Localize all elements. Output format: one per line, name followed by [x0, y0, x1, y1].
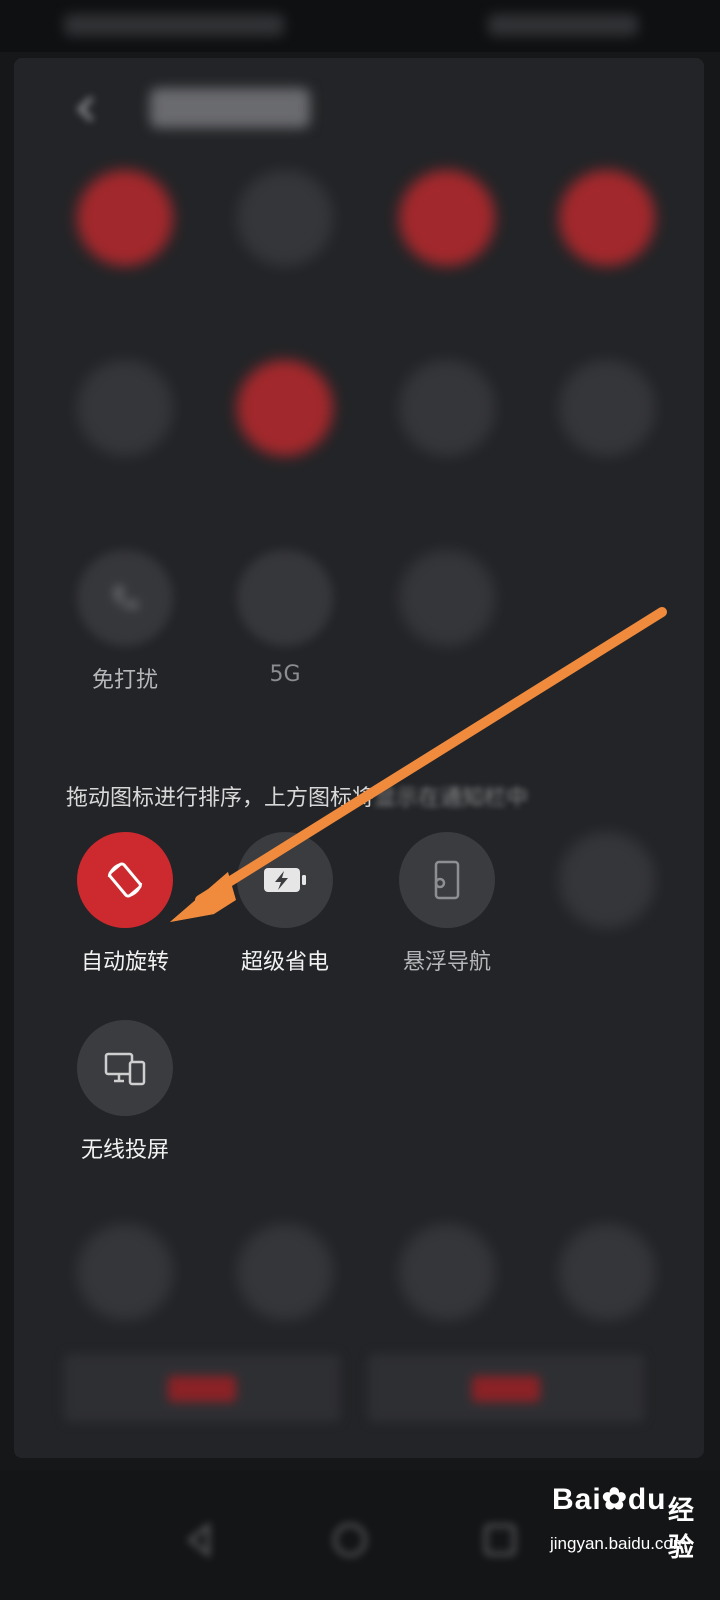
tile-do-not-disturb[interactable]: 免打扰: [44, 550, 204, 700]
tile-icon-blurred: [399, 170, 495, 266]
tile-label-blurred: [44, 282, 206, 307]
watermark-url: jingyan.baidu.com: [550, 1534, 688, 1553]
tile-wireless-projection[interactable]: 无线投屏: [44, 1020, 204, 1170]
reset-button-blurred[interactable]: [64, 1354, 340, 1422]
tile-blurred-13[interactable]: [366, 1224, 526, 1374]
back-arrow-icon[interactable]: [70, 92, 104, 126]
tile-icon-blurred: [237, 1224, 333, 1320]
baidu-logo: Bai✿du: [552, 1483, 667, 1516]
tile-icon-blurred: [77, 360, 173, 456]
tile-icon-blurred: [559, 360, 655, 456]
baidu-jingyan-watermark: Bai✿du 经验 jingyan.baidu.com: [550, 1482, 710, 1592]
tile-label: 无线投屏: [80, 1138, 169, 1163]
tile-icon-blurred: [237, 170, 333, 266]
tile-icon-blurred: [399, 550, 495, 646]
signal-icon: [237, 550, 333, 646]
tile-label: 5G: [269, 662, 301, 687]
tile-icon-blurred: [399, 360, 495, 456]
tile-icon-blurred: [559, 832, 655, 928]
tile-label: 免打扰: [91, 668, 158, 693]
tile-floating-nav[interactable]: 悬浮导航: [366, 832, 526, 982]
tile-blurred-6[interactable]: [204, 360, 364, 510]
nav-recents-icon[interactable]: [480, 1520, 520, 1560]
tile-blurred-1[interactable]: [44, 170, 204, 320]
tile-super-power-saving[interactable]: 超级省电: [204, 832, 364, 982]
header: [14, 58, 704, 168]
status-bar: [0, 0, 720, 52]
nav-home-icon[interactable]: [330, 1520, 370, 1560]
tile-blurred-5[interactable]: [44, 360, 204, 510]
done-button-blurred[interactable]: [368, 1354, 644, 1422]
tile-icon-blurred: [399, 1224, 495, 1320]
floating-nav-icon: [399, 832, 495, 928]
tile-blurred-4[interactable]: [526, 170, 686, 320]
phone-icon: [77, 550, 173, 646]
tile-label: 超级省电: [240, 950, 329, 975]
status-bar-right-blurred: [488, 14, 638, 36]
paw-icon: ✿: [601, 1483, 628, 1516]
sort-hint-text: 拖动图标进行排序，上方图标将显示在通知栏中: [66, 786, 529, 811]
tile-icon-blurred: [77, 1224, 173, 1320]
tile-icon-blurred: [237, 360, 333, 456]
tile-blurred-8[interactable]: [526, 360, 686, 510]
page-title-blurred: [150, 88, 310, 128]
tile-5g[interactable]: 5G: [204, 550, 364, 700]
tile-blurred-3[interactable]: [366, 170, 526, 320]
quick-settings-edit-panel: 免打扰 5G 拖动图标进行排序，上方图标将显示在通知栏中 自动旋转 超级省电 悬…: [14, 58, 704, 1458]
tile-icon-blurred: [559, 1224, 655, 1320]
battery-charging-icon: [237, 832, 333, 928]
tile-icon-blurred: [77, 170, 173, 266]
status-bar-left-blurred: [64, 14, 284, 36]
screen-cast-icon: [77, 1020, 173, 1116]
tile-blurred-12[interactable]: [204, 1224, 364, 1374]
tile-blurred-9[interactable]: [366, 550, 526, 700]
tile-blurred-10[interactable]: [526, 832, 686, 982]
rotate-icon: [77, 832, 173, 928]
tile-label: 悬浮导航: [402, 950, 491, 975]
tile-blurred-7[interactable]: [366, 360, 526, 510]
tile-blurred-14[interactable]: [526, 1224, 686, 1374]
nav-back-icon[interactable]: [180, 1520, 220, 1560]
tile-blurred-11[interactable]: [44, 1224, 204, 1374]
tile-icon-blurred: [559, 170, 655, 266]
tile-blurred-2[interactable]: [204, 170, 364, 320]
tile-label: 自动旋转: [80, 950, 169, 975]
tile-auto-rotate[interactable]: 自动旋转: [44, 832, 204, 982]
